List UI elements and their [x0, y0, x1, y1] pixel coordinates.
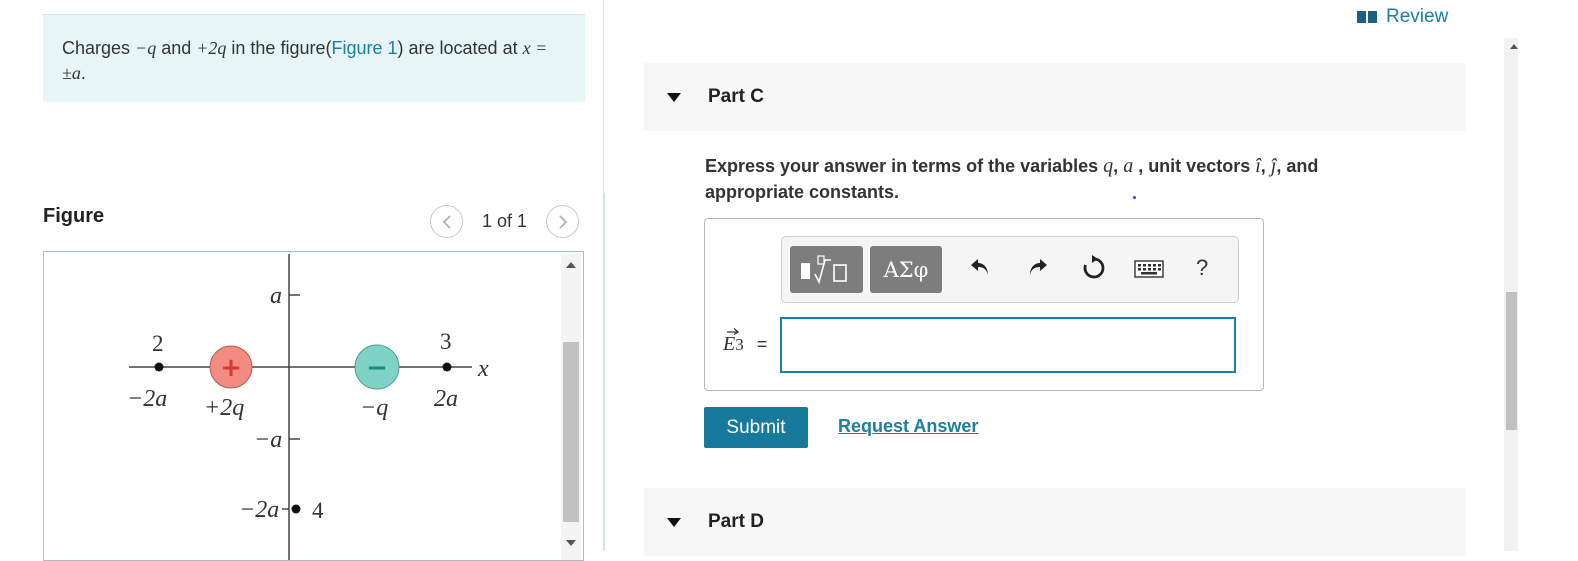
next-figure-button[interactable] — [546, 205, 579, 238]
variable-q: q — [1103, 155, 1114, 177]
figure-link[interactable]: Figure 1 — [331, 38, 397, 58]
minus-sign: − — [366, 353, 388, 383]
figure-counter: 1 of 1 — [482, 211, 528, 231]
instruction-text-2: , unit vectors — [1133, 156, 1256, 176]
column-divider-accent — [603, 193, 605, 551]
field-symbol-e: E — [723, 333, 736, 355]
problem-text-located: ) are located at — [397, 38, 523, 58]
instruction-text-1: Express your answer in terms of the vari… — [705, 156, 1104, 176]
chevron-right-icon — [558, 214, 567, 229]
chevron-left-icon — [442, 214, 451, 229]
point-3-marker — [442, 362, 452, 372]
fraction-sqrt-template-icon — [800, 254, 847, 284]
figure-heading: Figure — [43, 205, 105, 227]
caret-down-icon[interactable] — [667, 92, 681, 102]
book-icon — [1357, 11, 1377, 23]
reset-icon[interactable] — [1081, 255, 1107, 281]
charge-pos-2q: +2q — [196, 38, 227, 58]
answer-instructions: Express your answer in terms of the vari… — [705, 153, 1405, 205]
templates-button[interactable] — [790, 246, 863, 293]
equals-sign: = — [756, 334, 768, 354]
vector-arrow-icon — [727, 328, 740, 335]
separator-1: , — [1113, 156, 1124, 176]
problem-text-in-figure: in the figure( — [226, 38, 332, 58]
problem-text: Charges — [62, 38, 136, 58]
point-2-marker — [154, 362, 164, 372]
answer-input[interactable] — [780, 317, 1236, 373]
x-label-2a: 2a — [434, 386, 458, 412]
variable-a: a — [1123, 155, 1134, 177]
redo-icon[interactable] — [1026, 255, 1050, 279]
subscript-3: 3 — [735, 335, 744, 354]
part-c-header[interactable]: Part C — [644, 63, 1466, 131]
x-axis-label: x — [477, 356, 489, 382]
figure-scrollbar-thumb[interactable] — [563, 342, 579, 522]
part-d-header[interactable]: Part D — [644, 488, 1466, 556]
figure-scroll-down-arrow[interactable] — [566, 540, 576, 546]
charge-label-pos: +2q — [204, 395, 244, 421]
submit-button[interactable]: Submit — [704, 407, 808, 448]
keyboard-icon[interactable] — [1134, 259, 1164, 279]
previous-figure-button[interactable] — [430, 205, 463, 238]
separator-2: , — [1260, 156, 1271, 176]
stray-dot — [1133, 196, 1136, 199]
part-c-title: Part C — [708, 86, 764, 107]
review-label: Review — [1386, 6, 1449, 27]
symbols-button[interactable]: ΑΣφ — [870, 246, 942, 293]
math-toolbar: ΑΣφ ? — [781, 236, 1239, 303]
review-link[interactable]: Review — [1356, 6, 1448, 28]
problem-statement: Charges −q and +2q in the figure(Figure … — [43, 14, 585, 102]
y-label-a: a — [270, 283, 282, 309]
charge-label-neg: −q — [360, 395, 388, 421]
answer-variable-label: E3 = — [723, 328, 768, 356]
undo-icon[interactable] — [968, 255, 992, 279]
point-4-marker — [291, 504, 301, 514]
page-scroll-up-arrow[interactable] — [1510, 44, 1518, 49]
point-4-label: 4 — [312, 498, 324, 523]
y-label-neg-2a: −2a — [239, 497, 279, 523]
help-button[interactable]: ? — [1196, 255, 1208, 281]
part-d-title: Part D — [708, 511, 764, 532]
problem-text-and: and — [156, 38, 197, 58]
charge-diagram: a −a −2a x −2a 2a +2q −q 2 3 4 + − — [127, 254, 489, 560]
charge-neg-q: −q — [135, 38, 157, 58]
point-2-label: 2 — [152, 331, 164, 356]
caret-down-icon[interactable] — [667, 517, 681, 527]
x-label-neg-2a: −2a — [127, 386, 167, 412]
point-3-label: 3 — [440, 329, 452, 354]
problem-text-end: . — [80, 63, 86, 83]
plus-sign: + — [220, 353, 242, 383]
figure-scroll-up-arrow[interactable] — [566, 262, 576, 268]
page-scrollbar-thumb[interactable] — [1506, 292, 1517, 430]
figure-frame: a −a −2a x −2a 2a +2q −q 2 3 4 + − — [43, 251, 584, 561]
y-label-neg-a: −a — [254, 427, 282, 453]
request-answer-link[interactable]: Request Answer — [838, 416, 978, 437]
